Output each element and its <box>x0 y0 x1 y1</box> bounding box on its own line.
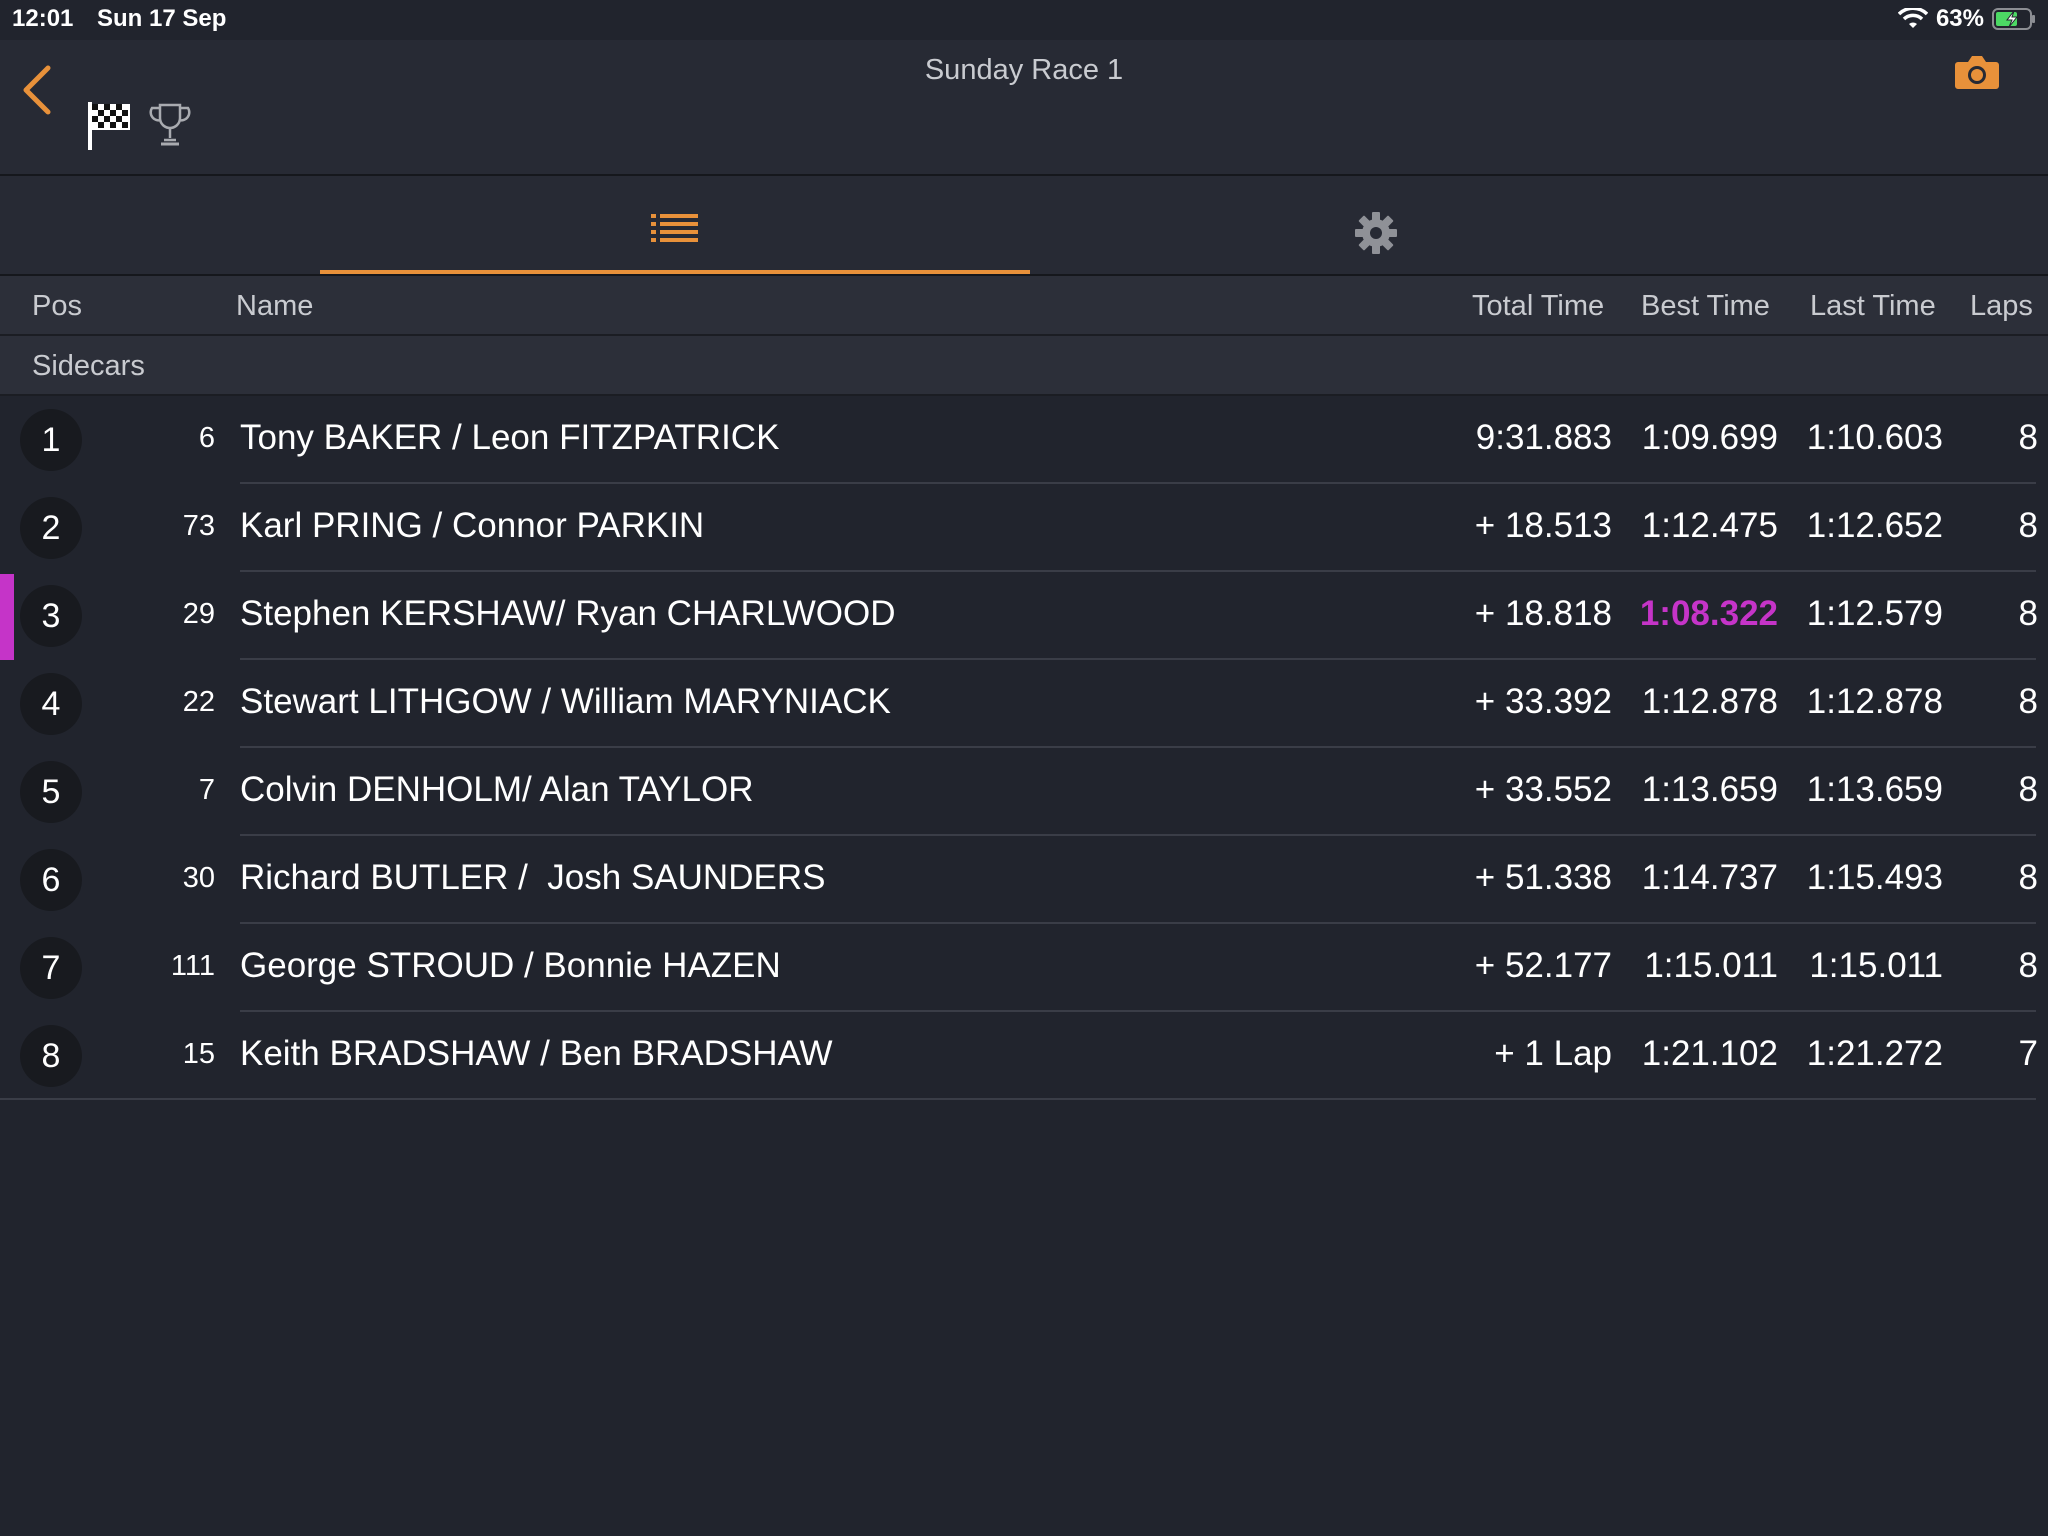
laps-count: 8 <box>2018 418 2038 457</box>
position-badge: 4 <box>20 673 82 735</box>
table-row[interactable]: 6 30 Richard BUTLER / Josh SAUNDERS + 51… <box>0 836 2048 924</box>
last-time: 1:15.493 <box>1806 858 1943 897</box>
position-badge: 5 <box>20 761 82 823</box>
last-time: 1:21.272 <box>1806 1034 1943 1073</box>
best-time: 1:14.737 <box>1641 858 1778 897</box>
total-time: + 51.338 <box>1474 858 1612 897</box>
class-group-label: Sidecars <box>32 350 145 382</box>
results-list: 1 6 Tony BAKER / Leon FITZPATRICK 9:31.8… <box>0 396 2048 1100</box>
last-time: 1:12.579 <box>1806 594 1943 633</box>
column-header-row: Pos Name Total Time Best Time Last Time … <box>0 276 2048 336</box>
tab-results-list[interactable] <box>320 176 1030 274</box>
tab-settings[interactable] <box>1021 176 1731 274</box>
total-time: + 52.177 <box>1474 946 1612 985</box>
best-time: 1:12.878 <box>1641 682 1778 721</box>
best-time: 1:09.699 <box>1641 418 1778 457</box>
total-time: + 1 Lap <box>1494 1034 1612 1073</box>
race-number: 29 <box>182 598 215 630</box>
laps-count: 8 <box>2018 770 2038 809</box>
nav-bar: Sunday Race 1 <box>0 40 2048 176</box>
last-time: 1:13.659 <box>1806 770 1943 809</box>
best-time: 1:21.102 <box>1641 1034 1778 1073</box>
table-row[interactable]: 7 111 George STROUD / Bonnie HAZEN + 52.… <box>0 924 2048 1012</box>
best-time: 1:13.659 <box>1641 770 1778 809</box>
battery-percent: 63% <box>1935 5 1984 32</box>
position-badge: 6 <box>20 849 82 911</box>
race-number: 15 <box>182 1038 215 1070</box>
total-time: + 18.513 <box>1474 506 1612 545</box>
table-row[interactable]: 5 7 Colvin DENHOLM/ Alan TAYLOR + 33.552… <box>0 748 2048 836</box>
tab-bar <box>0 176 2048 276</box>
race-number: 22 <box>182 686 215 718</box>
best-time: 1:12.475 <box>1641 506 1778 545</box>
best-time: 1:15.011 <box>1644 946 1778 985</box>
row-divider <box>0 1098 2036 1100</box>
column-header-best-time[interactable]: Best Time <box>1641 290 1770 323</box>
last-time: 1:12.652 <box>1806 506 1943 545</box>
table-row[interactable]: 1 6 Tony BAKER / Leon FITZPATRICK 9:31.8… <box>0 396 2048 484</box>
column-header-pos[interactable]: Pos <box>32 290 82 323</box>
gear-icon <box>1355 212 1397 254</box>
rider-names: Stewart LITHGOW / William MARYNIACK <box>240 682 891 721</box>
laps-count: 8 <box>2018 858 2038 897</box>
class-group-header: Sidecars <box>0 336 2048 396</box>
rider-names: Keith BRADSHAW / Ben BRADSHAW <box>240 1034 833 1073</box>
column-header-name[interactable]: Name <box>236 290 313 323</box>
race-number: 73 <box>182 510 215 542</box>
position-badge: 8 <box>20 1025 82 1087</box>
table-row[interactable]: 8 15 Keith BRADSHAW / Ben BRADSHAW + 1 L… <box>0 1012 2048 1100</box>
laps-count: 8 <box>2018 682 2038 721</box>
total-time: 9:31.883 <box>1475 418 1612 457</box>
status-bar: 12:01 Sun 17 Sep 63% <box>0 0 2048 40</box>
last-time: 1:12.878 <box>1806 682 1943 721</box>
table-row[interactable]: 4 22 Stewart LITHGOW / William MARYNIACK… <box>0 660 2048 748</box>
status-date: Sun 17 Sep <box>97 5 227 32</box>
laps-count: 8 <box>2018 506 2038 545</box>
position-badge: 2 <box>20 497 82 559</box>
checkered-flag-icon[interactable] <box>86 100 132 152</box>
laps-count: 8 <box>2018 946 2038 985</box>
status-time: 12:01 <box>12 5 74 32</box>
column-header-total-time[interactable]: Total Time <box>1472 290 1604 323</box>
rider-names: Stephen KERSHAW/ Ryan CHARLWOOD <box>240 594 896 633</box>
page-title: Sunday Race 1 <box>924 54 1124 86</box>
table-row[interactable]: 2 73 Karl PRING / Connor PARKIN + 18.513… <box>0 484 2048 572</box>
wifi-icon <box>1897 8 1928 28</box>
rider-names: Colvin DENHOLM/ Alan TAYLOR <box>240 770 754 809</box>
race-number: 7 <box>198 774 215 806</box>
position-badge: 1 <box>20 409 82 471</box>
race-number: 111 <box>170 950 215 982</box>
race-number: 6 <box>198 422 215 454</box>
last-time: 1:10.603 <box>1806 418 1943 457</box>
race-number: 30 <box>182 862 215 894</box>
laps-count: 8 <box>2018 594 2038 633</box>
column-header-last-time[interactable]: Last Time <box>1810 290 1936 323</box>
best-time-fastest: 1:08.322 <box>1639 594 1778 633</box>
total-time: + 33.552 <box>1474 770 1612 809</box>
battery-charging-icon <box>1992 8 2035 30</box>
rider-names: Tony BAKER / Leon FITZPATRICK <box>240 418 780 457</box>
last-time: 1:15.011 <box>1809 946 1943 985</box>
fastest-lap-marker <box>0 574 14 660</box>
column-header-laps[interactable]: Laps <box>1970 290 2033 323</box>
status-indicators: 63% <box>1897 5 2036 33</box>
camera-button[interactable] <box>1954 52 2000 92</box>
laps-count: 7 <box>2018 1034 2038 1073</box>
active-tab-indicator <box>320 270 1030 274</box>
table-row[interactable]: 3 29 Stephen KERSHAW/ Ryan CHARLWOOD + 1… <box>0 572 2048 660</box>
total-time: + 18.818 <box>1474 594 1612 633</box>
rider-names: Richard BUTLER / Josh SAUNDERS <box>240 858 826 897</box>
list-icon <box>651 214 698 242</box>
rider-names: George STROUD / Bonnie HAZEN <box>240 946 781 985</box>
position-badge: 7 <box>20 937 82 999</box>
total-time: + 33.392 <box>1474 682 1612 721</box>
position-badge: 3 <box>20 585 82 647</box>
rider-names: Karl PRING / Connor PARKIN <box>240 506 705 545</box>
trophy-icon[interactable] <box>148 102 192 148</box>
